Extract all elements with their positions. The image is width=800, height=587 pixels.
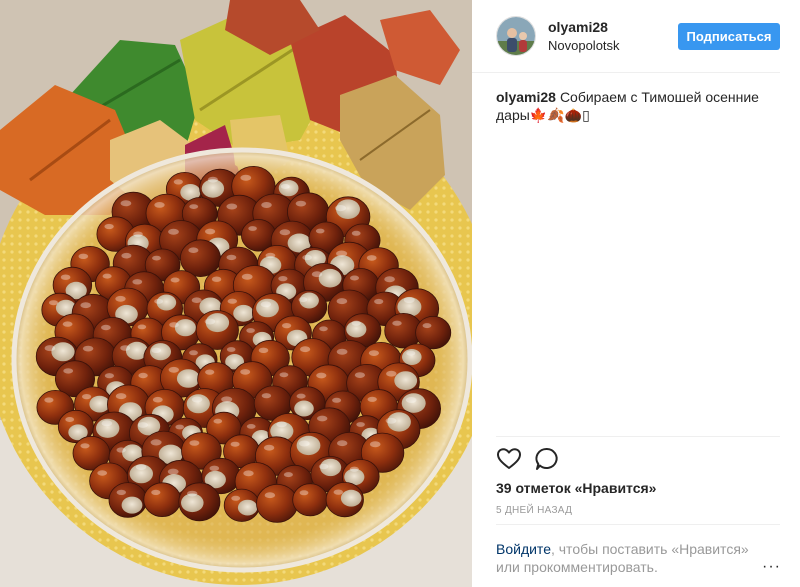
chestnuts-photo-image xyxy=(0,0,472,587)
login-link[interactable]: Войдите xyxy=(496,541,551,557)
speech-bubble-icon[interactable] xyxy=(534,446,560,472)
user-avatar[interactable] xyxy=(496,16,536,56)
more-options-icon[interactable]: ··· xyxy=(762,558,781,576)
caption-username[interactable]: olyami28 xyxy=(496,89,556,105)
post-photo[interactable] xyxy=(0,0,472,587)
login-divider xyxy=(496,524,780,525)
header-location[interactable]: Novopolotsk xyxy=(548,38,620,53)
login-prompt: Войдите, чтобы поставить «Нравится» или … xyxy=(496,540,766,576)
avatar-image xyxy=(497,17,535,55)
heart-outline-icon[interactable] xyxy=(496,446,522,472)
header-username[interactable]: olyami28 xyxy=(548,19,608,35)
post-caption: olyami28 Собираем с Тимошей осенние дары🍁… xyxy=(496,88,766,124)
likes-count[interactable]: 39 отметок «Нравится» xyxy=(496,480,656,496)
actions-divider xyxy=(496,436,780,437)
post-side-panel: olyami28 Novopolotsk Подписаться olyami2… xyxy=(472,0,800,587)
follow-button[interactable]: Подписаться xyxy=(678,23,780,50)
post-header: olyami28 Novopolotsk Подписаться xyxy=(472,0,780,73)
post-timestamp: 5 дней назад xyxy=(496,505,573,516)
